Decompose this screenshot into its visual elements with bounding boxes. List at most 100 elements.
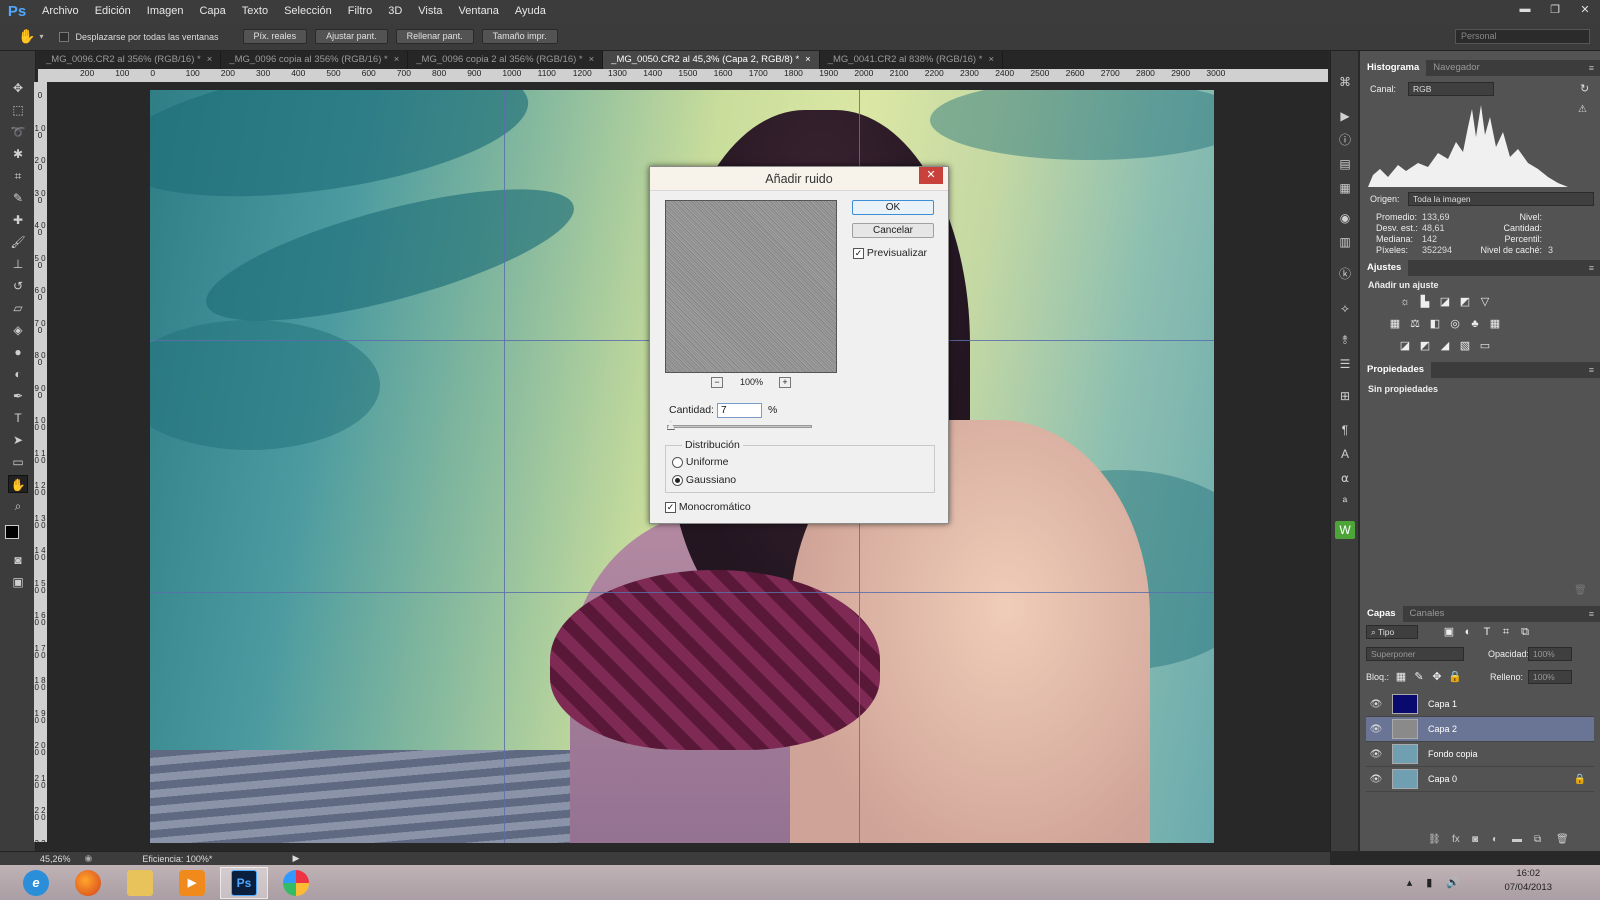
invert-icon[interactable]: ◪ [1398,340,1412,352]
amount-input[interactable]: 7 [717,403,762,418]
amount-slider[interactable] [666,421,812,430]
noise-preview[interactable] [665,200,837,373]
zoom-tool-icon[interactable]: ⌕ [8,497,28,515]
restore-icon[interactable]: ❐ [1540,0,1570,18]
gaussian-option[interactable]: Gaussiano [672,474,736,486]
info-icon[interactable]: ◉ [85,853,93,864]
close-icon[interactable]: ✕ [1570,0,1600,18]
tab-document-active[interactable]: _MG_0050.CR2 al 45,3% (Capa 2, RGB/8) * × [603,51,820,69]
blend-mode-select[interactable]: Superponer [1366,647,1464,661]
photo-filter-icon[interactable]: ◎ [1448,318,1462,330]
scroll-all-checkbox[interactable] [59,31,70,42]
menu-vista[interactable]: Vista [410,0,450,23]
vibrance-icon[interactable]: ▽ [1478,296,1492,308]
delete-layer-icon[interactable]: 🗑 [1556,834,1569,845]
chevron-down-icon[interactable]: ▾ [39,32,43,41]
add-mask-icon[interactable]: ◙ [1472,834,1478,845]
monochromatic-checkbox[interactable]: ✓ [665,501,676,513]
brightness-icon[interactable]: ☼ [1398,296,1412,308]
shape-tool-icon[interactable]: ▭ [8,453,28,471]
swatches-icon[interactable]: ▦ [1335,179,1355,197]
menu-imagen[interactable]: Imagen [139,0,192,23]
marquee-tool-icon[interactable]: ⬚ [8,101,28,119]
guide-line[interactable] [504,90,505,843]
type-filter-icon[interactable]: T [1480,626,1494,638]
gaussian-radio[interactable] [672,474,683,486]
tab-canales[interactable]: Canales [1403,606,1452,622]
lock-all-icon[interactable]: 🔒 [1448,671,1462,683]
zoom-out-icon[interactable]: − [711,377,723,388]
lock-transparent-icon[interactable]: ▦ [1394,671,1408,683]
close-tab-icon[interactable]: × [394,54,400,65]
layer-row[interactable]: 👁 Fondo copia [1366,742,1594,767]
ok-button[interactable]: OK [852,200,934,215]
slider-thumb[interactable] [666,421,675,430]
visibility-eye-icon[interactable]: 👁 [1366,699,1386,710]
menu-ayuda[interactable]: Ayuda [507,0,554,23]
character-icon[interactable]: A [1335,445,1355,463]
eraser-icon[interactable]: ▱ [8,299,28,317]
adjustment-filter-icon[interactable]: ◐ [1461,626,1475,638]
volume-icon[interactable]: 🔊 [1446,876,1460,889]
workspace-select[interactable]: Personal [1455,29,1590,44]
photoshop-button[interactable]: Ps [220,866,268,899]
layer-row[interactable]: 👁 Capa 2 [1366,717,1594,742]
layer-row[interactable]: 👁 Capa 0 🔒 [1366,767,1594,792]
magic-wand-icon[interactable]: ✱ [8,145,28,163]
pixel-filter-icon[interactable]: ▣ [1442,626,1456,638]
pen-tool-icon[interactable]: ✒ [8,387,28,405]
eyedropper-icon[interactable]: ✎ [8,189,28,207]
plugin-icon[interactable]: W [1335,521,1355,539]
hand-tool-icon[interactable]: ✋ [8,475,28,493]
explorer-button[interactable] [116,867,164,899]
actual-pixels-button[interactable]: Píx. reales [242,29,308,44]
fill-field[interactable]: 100% [1528,670,1572,684]
path-select-icon[interactable]: ➤ [8,431,28,449]
fill-screen-button[interactable]: Rellenar pant. [395,29,474,44]
new-adjustment-icon[interactable]: ◐ [1492,834,1498,845]
brush-tool-icon[interactable]: 🖌 [8,233,28,251]
hue-saturation-icon[interactable]: ▦ [1388,318,1402,330]
media-player-button[interactable]: ▶ [168,867,216,899]
menu-seleccion[interactable]: Selección [276,0,340,23]
preview-checkbox[interactable]: ✓ [853,247,864,259]
tab-document[interactable]: _MG_0096.CR2 al 356% (RGB/16) * × [38,51,222,69]
close-tab-icon[interactable]: × [207,54,213,65]
menu-filtro[interactable]: Filtro [340,0,380,23]
menu-edicion[interactable]: Edición [87,0,139,23]
tab-document[interactable]: _MG_0041.CR2 al 838% (RGB/16) * × [820,51,1003,69]
tab-ajustes[interactable]: Ajustes [1360,260,1409,276]
tab-histograma[interactable]: Histograma [1360,60,1427,76]
tray-chevron-icon[interactable]: ▴ [1407,876,1413,889]
source-select[interactable]: Toda la imagen [1408,192,1594,206]
curves-icon[interactable]: ◪ [1438,296,1452,308]
clone-stamp-icon[interactable]: ⊥ [8,255,28,273]
tab-document[interactable]: _MG_0096 copia al 356% (RGB/16) * × [221,51,409,69]
close-tab-icon[interactable]: × [589,54,595,65]
paragraph-icon[interactable]: ¶ [1335,421,1355,439]
history-icon[interactable]: ⌘ [1335,73,1355,91]
zoom-in-icon[interactable]: + [779,377,791,388]
new-layer-icon[interactable]: ⧉ [1534,834,1541,845]
screen-mode-icon[interactable]: ▣ [8,573,28,591]
tool-preset-icon[interactable]: ☰ [1335,355,1355,373]
healing-brush-icon[interactable]: ✚ [8,211,28,229]
tab-propiedades[interactable]: Propiedades [1360,362,1432,378]
opacity-field[interactable]: 100% [1528,647,1572,661]
blur-tool-icon[interactable]: ● [8,343,28,361]
minimize-icon[interactable]: ▬ [1510,0,1540,18]
posterize-icon[interactable]: ◩ [1418,340,1432,352]
move-tool-icon[interactable]: ✥ [8,79,28,97]
hand-tool-icon[interactable]: ✋ [18,28,35,45]
uniform-radio[interactable] [672,456,683,468]
channel-mixer-icon[interactable]: ♣ [1468,318,1482,330]
menu-archivo[interactable]: Archivo [34,0,87,23]
panel-menu-icon[interactable]: ≡ [1589,362,1594,378]
layer-row[interactable]: 👁 Capa 1 [1366,692,1594,717]
info-icon[interactable]: ⓘ [1335,131,1355,149]
status-menu-arrow-icon[interactable]: ▶ [292,853,299,864]
network-icon[interactable]: ▮ [1426,876,1432,889]
dodge-tool-icon[interactable]: ◐ [8,365,28,383]
link-layers-icon[interactable]: ⛓ [1428,834,1441,845]
gradient-map-icon[interactable]: ▧ [1458,340,1472,352]
